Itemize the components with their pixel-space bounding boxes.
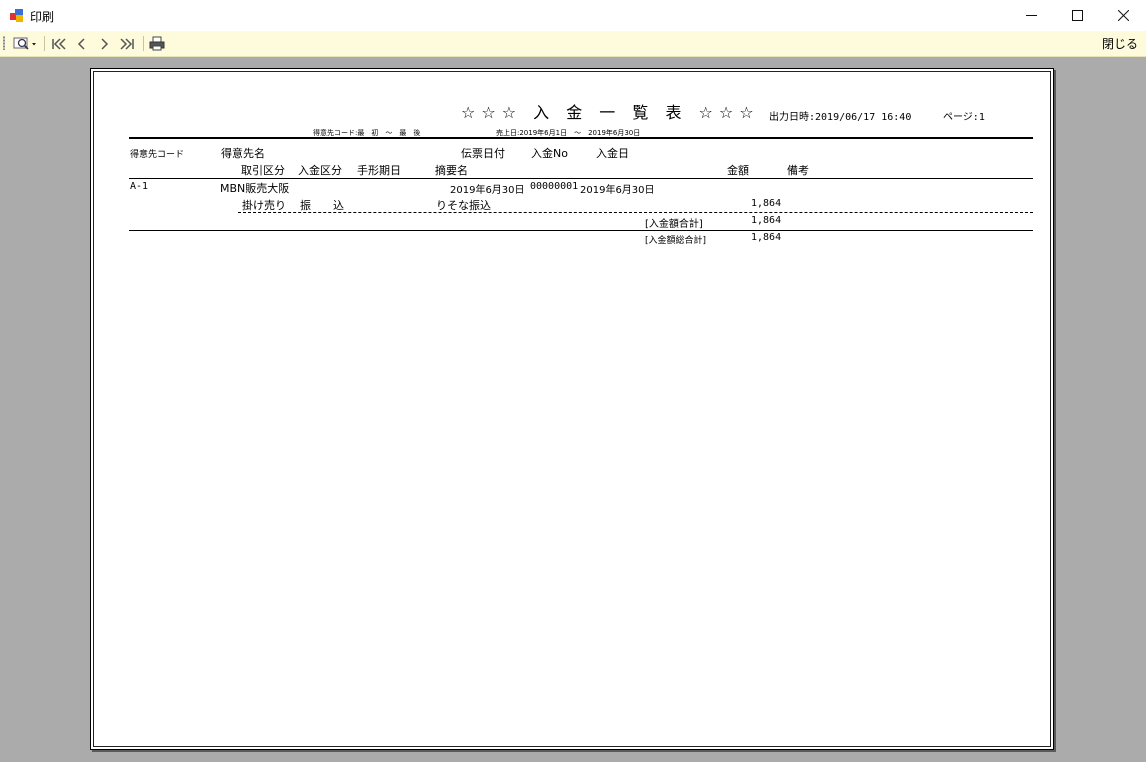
row-slip-date: 2019年6月30日 bbox=[450, 185, 525, 196]
print-icon bbox=[149, 36, 165, 51]
zoom-dropdown-button[interactable] bbox=[12, 34, 40, 53]
zoom-icon bbox=[13, 37, 36, 50]
page-border bbox=[93, 71, 1051, 747]
toolbar-separator bbox=[143, 36, 144, 51]
header-bill-due-date: 手形期日 bbox=[357, 164, 401, 177]
print-button[interactable] bbox=[148, 34, 166, 53]
header-amount: 金額 bbox=[727, 164, 749, 177]
header-deposit-date: 入金日 bbox=[596, 147, 629, 160]
page-number: ページ:1 bbox=[943, 112, 985, 123]
header-summary: 摘要名 bbox=[435, 164, 468, 177]
next-page-icon bbox=[101, 37, 109, 50]
app-icon bbox=[10, 9, 23, 22]
toolbar-grip[interactable] bbox=[3, 36, 5, 50]
output-datetime: 出力日時:2019/06/17 16:40 bbox=[769, 112, 912, 123]
last-page-icon bbox=[120, 37, 134, 50]
title-bar: 印刷 bbox=[0, 0, 1146, 31]
toolbar-separator bbox=[44, 36, 45, 51]
prev-page-icon bbox=[77, 37, 85, 50]
header-bottom-rule bbox=[129, 178, 1033, 179]
close-preview-button[interactable]: 閉じる bbox=[1102, 35, 1138, 52]
maximize-button[interactable] bbox=[1054, 0, 1100, 31]
minimize-icon bbox=[1025, 15, 1037, 16]
subtotal-label: [入金額合計] bbox=[645, 219, 703, 230]
grandtotal-label: [入金額総合計] bbox=[645, 236, 707, 246]
print-preview-toolbar: 閉じる bbox=[0, 31, 1146, 57]
header-transaction-type: 取引区分 bbox=[241, 164, 285, 177]
header-deposit-type: 入金区分 bbox=[298, 164, 342, 177]
header-deposit-no: 入金No bbox=[531, 147, 568, 160]
row-deposit-type: 振 込 bbox=[300, 199, 344, 212]
row-summary: りそな振込 bbox=[436, 199, 491, 212]
maximize-icon bbox=[1071, 10, 1083, 21]
window-title: 印刷 bbox=[30, 10, 55, 24]
row-deposit-no: 00000001 bbox=[530, 181, 579, 192]
prev-page-button[interactable] bbox=[75, 34, 89, 53]
close-window-button[interactable] bbox=[1100, 0, 1146, 31]
header-customer-name: 得意先名 bbox=[221, 147, 265, 160]
header-top-rule bbox=[129, 137, 1033, 139]
first-page-button[interactable] bbox=[50, 34, 68, 53]
first-page-icon bbox=[52, 37, 66, 50]
row-customer-code: A-1 bbox=[130, 181, 149, 192]
subtotal-rule bbox=[129, 230, 1033, 231]
minimize-button[interactable] bbox=[1008, 0, 1054, 31]
row-transaction-type: 掛け売り bbox=[242, 199, 286, 212]
report-page: ☆☆☆ 入 金 一 覧 表 ☆☆☆ 出力日時:2019/06/17 16:40 … bbox=[90, 68, 1054, 750]
header-remarks: 備考 bbox=[787, 164, 809, 177]
row-deposit-date: 2019年6月30日 bbox=[580, 185, 655, 196]
last-page-button[interactable] bbox=[118, 34, 136, 53]
grandtotal-value: 1,864 bbox=[751, 232, 782, 243]
subtotal-value: 1,864 bbox=[751, 215, 782, 226]
row-amount: 1,864 bbox=[751, 198, 782, 209]
close-icon bbox=[1117, 10, 1129, 21]
row-customer-name: MBN販売大阪 bbox=[220, 182, 290, 195]
header-customer-code: 得意先コード bbox=[130, 150, 185, 160]
report-title: ☆☆☆ 入 金 一 覧 表 ☆☆☆ bbox=[461, 103, 760, 122]
next-page-button[interactable] bbox=[97, 34, 111, 53]
header-slip-date: 伝票日付 bbox=[461, 147, 505, 160]
detail-separator bbox=[238, 212, 1033, 213]
